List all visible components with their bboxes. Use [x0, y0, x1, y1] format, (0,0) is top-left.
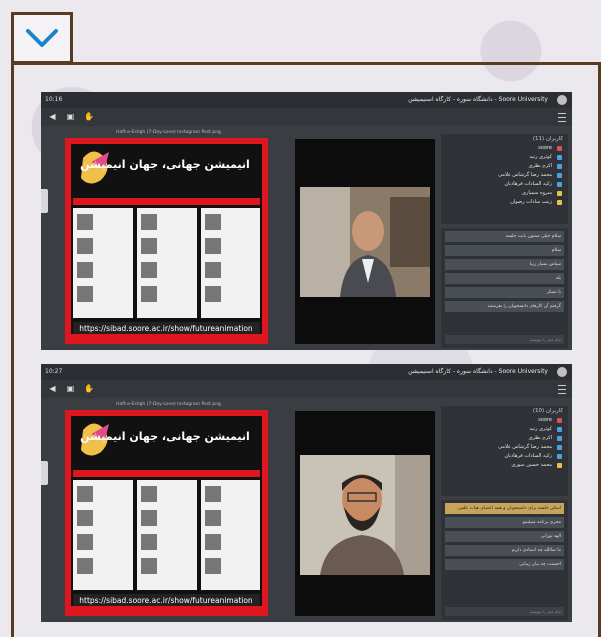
- participant-name: محمد رضا گرشاس غلامی: [498, 172, 552, 178]
- menu-icon[interactable]: [558, 113, 566, 122]
- user-icon: [557, 445, 562, 450]
- chat-panel: اسکن جلسه برای دانشجویان و همه اعضای هیا…: [441, 500, 568, 620]
- participant-name: کوثری رتبه: [529, 154, 552, 160]
- meeting-screenshot-1: 10:16 دانشگاه سوره - کارگاه اسنیمیشن - S…: [41, 92, 572, 350]
- participant-name: soore: [538, 145, 552, 151]
- user-icon: [557, 155, 562, 160]
- screen-share-icon[interactable]: ▣: [66, 384, 75, 393]
- user-avatar[interactable]: [557, 367, 567, 377]
- presentation-filename: Haft-e-Eshgh (7-Day-Love) Instagram Post…: [116, 402, 221, 407]
- chat-message: سلام: [445, 245, 564, 256]
- participants-title: کاربران (11): [532, 136, 563, 142]
- participant-row[interactable]: زکیه السادات فرهادیان: [441, 452, 568, 461]
- user-icon: [557, 427, 562, 432]
- poster-url: https://sibad.soore.ac.ir/show/futureani…: [79, 324, 253, 333]
- participant-row[interactable]: اکرم نظری: [441, 434, 568, 443]
- menu-icon[interactable]: [558, 385, 566, 394]
- chat-message: با تشکر: [445, 287, 564, 298]
- chat-message: الهه نورانی: [445, 531, 564, 542]
- user-icon: [557, 146, 562, 151]
- webcam-video: [295, 139, 435, 344]
- chat-input[interactable]: پیام خود را بنویسید: [445, 607, 564, 616]
- participant-row[interactable]: soore: [441, 144, 568, 153]
- participant-name: کوثری رتبه: [529, 426, 552, 432]
- collapse-toggle[interactable]: [11, 12, 73, 64]
- participant-row[interactable]: soore: [441, 416, 568, 425]
- participant-row[interactable]: محمد رضا گرشاس غلامی: [441, 171, 568, 180]
- chevron-down-icon: [26, 29, 58, 47]
- participants-panel: کاربران (10) soore کوثری رتبه اکرم نظری …: [441, 406, 568, 496]
- participant-row[interactable]: زکیه السادات فرهادیان: [441, 180, 568, 189]
- chat-message: مجری برنامه شیلیمو: [445, 517, 564, 528]
- participants-panel: کاربران (11) soore کوثری رتبه اکرم نظری …: [441, 134, 568, 224]
- participant-row[interactable]: سروه سمیاری: [441, 189, 568, 198]
- chat-panel: سلام خیلی ممنون بابت جلسه سلام سپاس بسیا…: [441, 228, 568, 348]
- chat-message: سپاس بسیار زیبا: [445, 259, 564, 270]
- chat-message-highlighted: اسکن جلسه برای دانشجویان و همه اعضای هیا…: [445, 503, 564, 514]
- clock-text: 10:16: [45, 96, 63, 103]
- user-avatar[interactable]: [557, 95, 567, 105]
- participant-row[interactable]: اکرم نظری: [441, 162, 568, 171]
- meeting-toolbar: ◀ ▣ ✋: [41, 380, 572, 398]
- audio-icon[interactable]: ◀: [48, 384, 57, 393]
- chat-message: گرفتم آن کارهای دانشجویان را بفرستید: [445, 301, 564, 312]
- meeting-title: دانشگاه سوره - کارگاه اسنیمیشن - Soore U…: [408, 96, 548, 103]
- participant-row[interactable]: کوثری رتبه: [441, 425, 568, 434]
- webcam-video: [295, 411, 435, 616]
- poster-heading: انیمیشن جهانی، جهان انیمیشن: [80, 430, 250, 443]
- participant-name: اکرم نظری: [528, 163, 552, 169]
- user-icon: [557, 182, 562, 187]
- participant-row[interactable]: محمد حسین سوری: [441, 461, 568, 470]
- participant-name: محمد حسین سوری: [511, 462, 552, 468]
- participant-row[interactable]: محمد رضا گرشاس غلامی: [441, 443, 568, 452]
- poster-heading: انیمیشن جهانی، جهان انیمیشن: [80, 158, 250, 171]
- meeting-screenshot-2: 10:27 دانشگاه سوره - کارگاه اسنیمیشن - S…: [41, 364, 572, 622]
- user-icon: [557, 436, 562, 441]
- participant-name: اکرم نظری: [528, 435, 552, 441]
- chat-message: سلام خیلی ممنون بابت جلسه: [445, 231, 564, 242]
- chat-message: ما شاالله چه استادی داریم: [445, 545, 564, 556]
- presentation-filename: Haft-e-Eshgh (7-Day-Love) Instagram Post…: [116, 130, 221, 135]
- participant-name: زکیه السادات فرهادیان: [504, 181, 552, 187]
- user-icon: [557, 173, 562, 178]
- user-icon: [557, 200, 562, 205]
- screen-share-icon[interactable]: ▣: [66, 112, 75, 121]
- window-titlebar: 10:16 دانشگاه سوره - کارگاه اسنیمیشن - S…: [41, 92, 572, 108]
- user-icon: [557, 463, 562, 468]
- participant-row[interactable]: زینب سادات رضوان: [441, 198, 568, 207]
- participants-title: کاربران (10): [532, 408, 563, 414]
- meeting-toolbar: ◀ ▣ ✋: [41, 108, 572, 126]
- user-icon: [557, 418, 562, 423]
- chat-message: احسنت چه بیان زیبایی: [445, 559, 564, 570]
- user-icon: [557, 191, 562, 196]
- user-icon: [557, 454, 562, 459]
- speaker-video-frame: [300, 187, 430, 297]
- participant-name: محمد رضا گرشاس غلامی: [498, 444, 552, 450]
- clock-text: 10:27: [45, 368, 63, 375]
- audio-icon[interactable]: ◀: [48, 112, 57, 121]
- speaker-video-frame: [300, 455, 430, 575]
- participant-name: زکیه السادات فرهادیان: [504, 453, 552, 459]
- user-icon: [557, 164, 562, 169]
- window-titlebar: 10:27 دانشگاه سوره - کارگاه اسنیمیشن - S…: [41, 364, 572, 380]
- hand-icon[interactable]: ✋: [84, 112, 94, 121]
- participant-name: soore: [538, 417, 552, 423]
- hand-icon[interactable]: ✋: [84, 384, 94, 393]
- participant-name: زینب سادات رضوان: [510, 199, 552, 205]
- poster-url: https://sibad.soore.ac.ir/show/futureani…: [79, 596, 253, 605]
- chat-input[interactable]: پیام خود را بنویسید: [445, 335, 564, 344]
- side-panel-handle[interactable]: [41, 461, 48, 485]
- event-poster: انیمیشن جهانی، جهان انیمیشن https://siba…: [65, 410, 268, 616]
- participant-row[interactable]: کوثری رتبه: [441, 153, 568, 162]
- side-panel-handle[interactable]: [41, 189, 48, 213]
- event-poster: انیمیشن جهانی، جهان انیمیشن https://siba…: [65, 138, 268, 344]
- meeting-title: دانشگاه سوره - کارگاه اسنیمیشن - Soore U…: [408, 368, 548, 375]
- chat-message: بله: [445, 273, 564, 284]
- participant-name: سروه سمیاری: [521, 190, 552, 196]
